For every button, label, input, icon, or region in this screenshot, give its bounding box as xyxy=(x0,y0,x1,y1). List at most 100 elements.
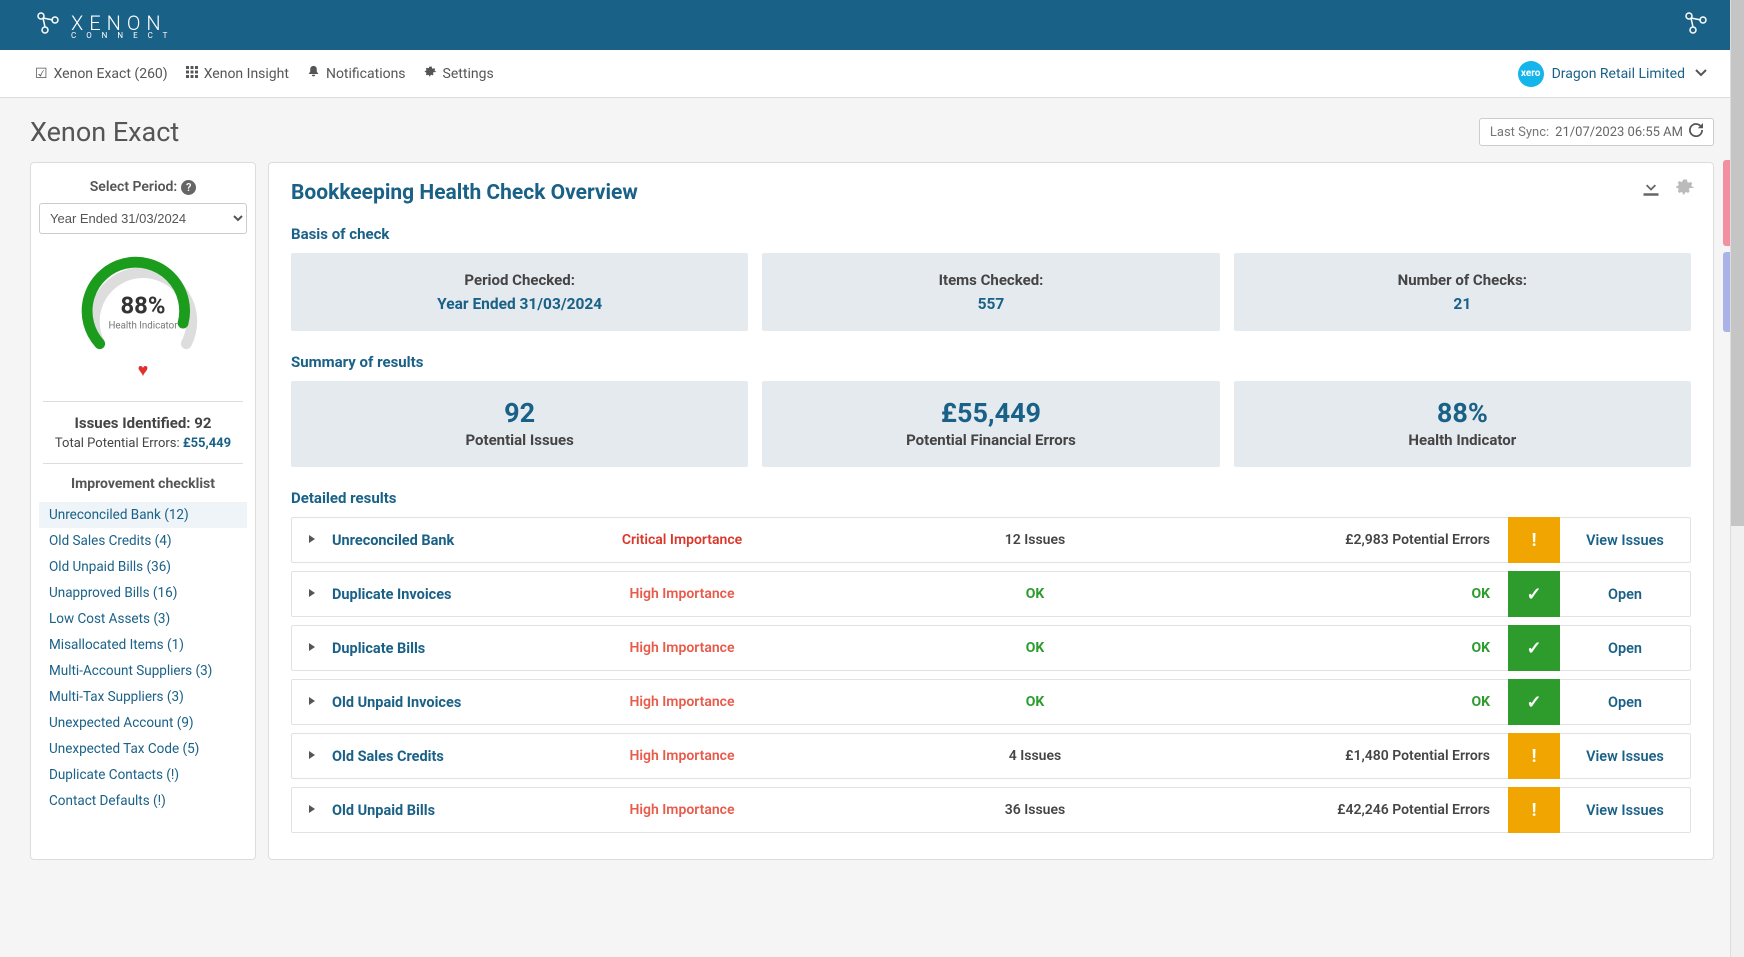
summary-value: £55,449 xyxy=(772,397,1209,429)
logo[interactable]: XENON C O N N E C T xyxy=(35,10,171,40)
row-name[interactable]: Unreconciled Bank xyxy=(332,532,582,549)
row-errors: OK xyxy=(1288,640,1508,656)
row-importance: High Importance xyxy=(582,748,782,764)
row-name[interactable]: Old Sales Credits xyxy=(332,748,582,765)
summary-card: £55,449 Potential Financial Errors xyxy=(762,381,1219,467)
basis-label: Basis of check xyxy=(291,225,1691,243)
row-importance: High Importance xyxy=(582,802,782,818)
status-badge: ! xyxy=(1508,787,1560,833)
page-title: Xenon Exact xyxy=(30,116,179,148)
expand-icon[interactable] xyxy=(292,748,332,764)
checklist-item[interactable]: Unapproved Bills (16) xyxy=(49,580,237,606)
checklist-item[interactable]: Duplicate Contacts (!) xyxy=(49,762,237,788)
basis-title: Period Checked: xyxy=(301,271,738,289)
checklist-item[interactable]: Low Cost Assets (3) xyxy=(49,606,237,632)
page-wrap: Xenon Exact Last Sync: 21/07/2023 06:55 … xyxy=(0,98,1744,878)
status-badge: ! xyxy=(1508,517,1560,563)
row-errors: OK xyxy=(1288,694,1508,710)
summary-card: 92Potential Issues xyxy=(291,381,748,467)
summary-label: Potential Financial Errors xyxy=(772,431,1209,449)
help-icon[interactable]: ? xyxy=(181,180,196,195)
grid-icon xyxy=(186,66,198,82)
row-errors: £42,246 Potential Errors xyxy=(1288,802,1508,818)
row-action[interactable]: Open xyxy=(1560,694,1690,711)
nav-left: ☑ Xenon Exact (260) Xenon Insight Notifi… xyxy=(35,65,494,82)
row-name[interactable]: Duplicate Invoices xyxy=(332,586,582,603)
row-errors: OK xyxy=(1288,586,1508,602)
basis-value: 21 xyxy=(1244,295,1681,313)
checklist-item[interactable]: Misallocated Items (1) xyxy=(49,632,237,658)
bell-icon xyxy=(307,65,320,82)
sync-label: Last Sync: xyxy=(1490,125,1549,140)
xero-badge: xero xyxy=(1518,61,1544,87)
detailed-label: Detailed results xyxy=(291,489,1691,507)
checklist-item[interactable]: Unexpected Tax Code (5) xyxy=(49,736,237,762)
nav-insight-label: Xenon Insight xyxy=(204,66,289,82)
basis-row: Period Checked: Year Ended 31/03/2024 Item… xyxy=(291,253,1691,331)
basis-value: 557 xyxy=(772,295,1209,313)
expand-icon[interactable] xyxy=(292,640,332,656)
refresh-icon[interactable] xyxy=(1689,123,1703,141)
download-icon[interactable] xyxy=(1641,177,1661,201)
basis-card: Period Checked: Year Ended 31/03/2024 xyxy=(291,253,748,331)
row-errors: £2,983 Potential Errors xyxy=(1288,532,1508,548)
nav-notifications[interactable]: Notifications xyxy=(307,65,406,82)
row-action[interactable]: View Issues xyxy=(1560,802,1690,819)
nav-exact[interactable]: ☑ Xenon Exact (260) xyxy=(35,66,168,82)
row-name[interactable]: Old Unpaid Invoices xyxy=(332,694,582,711)
status-badge: ✓ xyxy=(1508,625,1560,671)
detail-row: Old Unpaid BillsHigh Importance36 Issues… xyxy=(291,787,1691,833)
nav-insight[interactable]: Xenon Insight xyxy=(186,66,289,82)
checklist-item[interactable]: Contact Defaults (!) xyxy=(49,788,237,814)
scrollbar-thumb[interactable] xyxy=(1731,0,1744,526)
row-action[interactable]: Open xyxy=(1560,640,1690,657)
row-name[interactable]: Old Unpaid Bills xyxy=(332,802,582,819)
logo-subtext: C O N N E C T xyxy=(71,31,171,40)
logo-icon-right[interactable] xyxy=(1683,10,1709,40)
checklist-item[interactable]: Unreconciled Bank (12) xyxy=(39,502,247,528)
expand-icon[interactable] xyxy=(292,532,332,548)
summary-card: 88%Health Indicator xyxy=(1234,381,1691,467)
svg-text:88%: 88% xyxy=(121,291,166,319)
expand-icon[interactable] xyxy=(292,586,332,602)
basis-card: Number of Checks: 21 xyxy=(1234,253,1691,331)
checklist-heading: Improvement checklist xyxy=(39,476,247,492)
basis-title: Items Checked: xyxy=(772,271,1209,289)
chevron-down-icon xyxy=(1693,64,1709,84)
basis-value: Year Ended 31/03/2024 xyxy=(301,295,738,313)
basis-title: Number of Checks: xyxy=(1244,271,1681,289)
detail-row: Old Sales CreditsHigh Importance4 Issues… xyxy=(291,733,1691,779)
expand-icon[interactable] xyxy=(292,694,332,710)
checklist-item[interactable]: Old Sales Credits (4) xyxy=(49,528,237,554)
gear-icon[interactable] xyxy=(1675,177,1695,201)
sync-time: 21/07/2023 06:55 AM xyxy=(1555,125,1683,140)
row-action[interactable]: View Issues xyxy=(1560,748,1690,765)
checklist-item[interactable]: Old Unpaid Bills (36) xyxy=(49,554,237,580)
row-issues: 4 Issues xyxy=(782,748,1288,764)
checklist-item[interactable]: Unexpected Account (9) xyxy=(49,710,237,736)
detail-row: Duplicate InvoicesHigh ImportanceOKOK✓Op… xyxy=(291,571,1691,617)
detail-row: Unreconciled BankCritical Importance12 I… xyxy=(291,517,1691,563)
row-issues: 12 Issues xyxy=(782,532,1288,548)
status-badge: ✓ xyxy=(1508,679,1560,725)
company-selector[interactable]: xero Dragon Retail Limited xyxy=(1518,61,1709,87)
nav-exact-label: Xenon Exact (260) xyxy=(54,66,168,82)
row-name[interactable]: Duplicate Bills xyxy=(332,640,582,657)
sync-box[interactable]: Last Sync: 21/07/2023 06:55 AM xyxy=(1479,118,1714,146)
nav-settings-label: Settings xyxy=(443,66,494,82)
row-action[interactable]: Open xyxy=(1560,586,1690,603)
checklist-item[interactable]: Multi-Tax Suppliers (3) xyxy=(49,684,237,710)
issues-identified: Issues Identified: 92 xyxy=(39,414,247,432)
row-action[interactable]: View Issues xyxy=(1560,532,1690,549)
scrollbar[interactable]: ▲ xyxy=(1730,0,1744,957)
nav-settings[interactable]: Settings xyxy=(424,65,494,82)
row-issues: OK xyxy=(782,586,1288,602)
row-issues: OK xyxy=(782,640,1288,656)
svg-text:Health Indicator: Health Indicator xyxy=(108,321,178,332)
expand-icon[interactable] xyxy=(292,802,332,818)
health-gauge: 88% Health Indicator ♥ xyxy=(39,254,247,389)
period-select[interactable]: Year Ended 31/03/2024 xyxy=(39,203,247,234)
status-badge: ! xyxy=(1508,733,1560,779)
checklist-item[interactable]: Multi-Account Suppliers (3) xyxy=(49,658,237,684)
logo-icon xyxy=(35,10,61,40)
